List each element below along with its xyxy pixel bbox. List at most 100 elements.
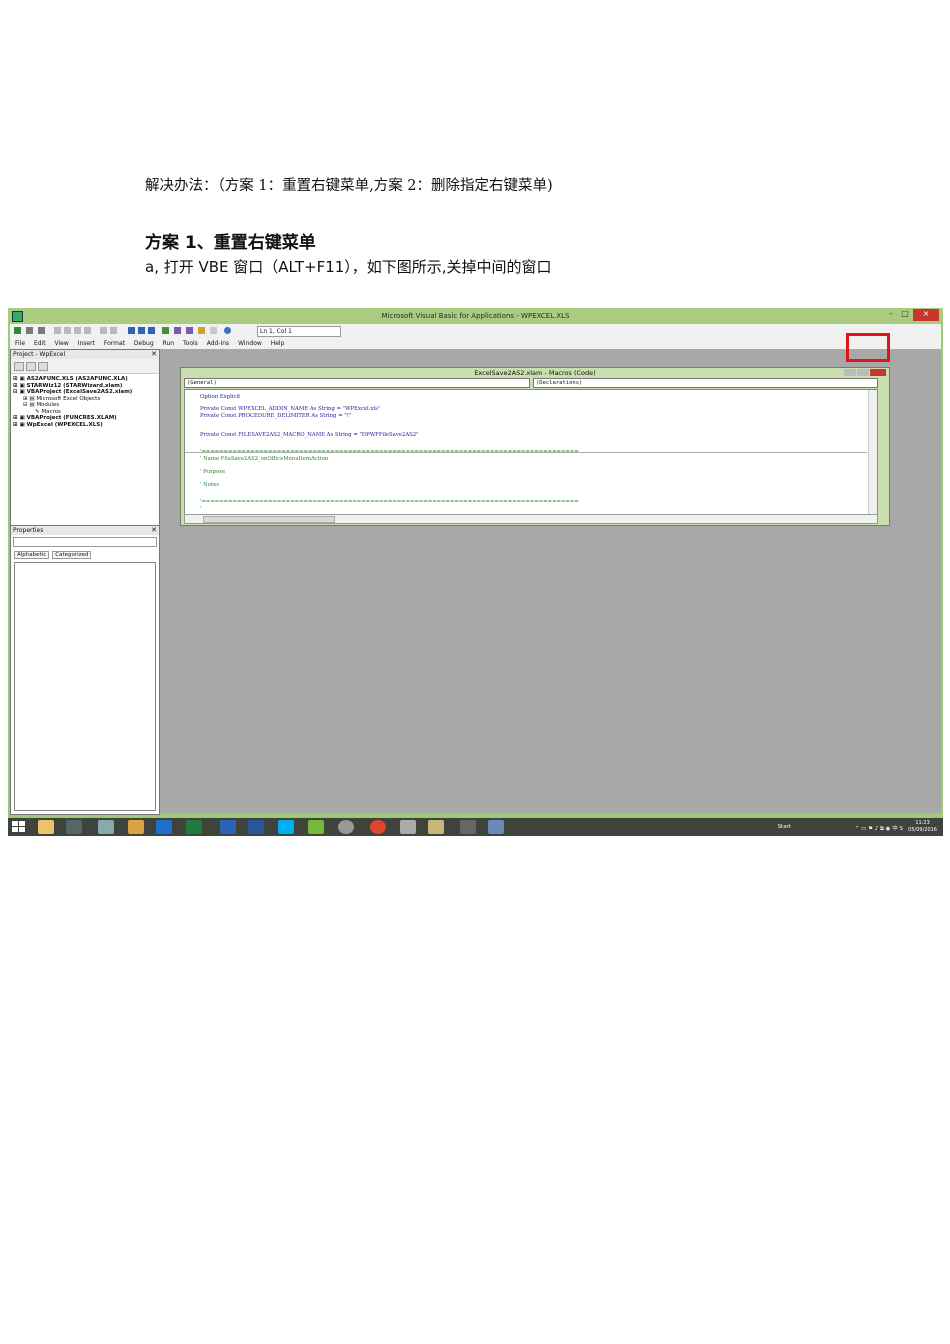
windows-start-icon[interactable] — [12, 821, 25, 833]
step-a-text: a, 打开 VBE 窗口（ALT+F11），如下图所示,关掉中间的窗口 — [145, 258, 552, 276]
copy-icon[interactable] — [64, 327, 71, 334]
menu-run[interactable]: Run — [163, 340, 175, 347]
code-vertical-scrollbar[interactable] — [868, 390, 877, 514]
code-line: Private Const PROCEDURE_DELIMITER As Str… — [200, 413, 352, 419]
break-icon[interactable] — [138, 327, 145, 334]
properties-object-select[interactable] — [13, 537, 157, 547]
design-mode-icon[interactable] — [162, 327, 169, 334]
code-editor[interactable]: Option Explicit Private Const WPEXCEL_AD… — [184, 389, 878, 515]
properties-close-icon[interactable]: ✕ — [151, 526, 157, 535]
toggle-folders-icon[interactable] — [38, 362, 48, 371]
solution-intro: 解决办法：（方案 1：重置右键菜单,方案 2：删除指定右键菜单) — [145, 178, 553, 194]
properties-panel-title: Properties ✕ — [11, 526, 159, 535]
system-tray[interactable]: ⌃ ▭ ⚑ ♪ ⧉ ◉ 中 S — [855, 824, 903, 833]
tree-item-label: Macros — [41, 408, 61, 415]
tree-item-label: AS2AFUNC.XLS (AS2AFUNC.XLA) — [26, 376, 128, 382]
menu-file[interactable]: File — [15, 340, 25, 347]
code-comment: ' Notes — [200, 482, 219, 488]
app-icon[interactable] — [308, 820, 324, 834]
object-dropdown[interactable]: (General) — [184, 378, 530, 388]
properties-title-text: Properties — [13, 527, 44, 534]
project-panel-title: Project - WpExcel ✕ — [11, 350, 159, 359]
view-code-icon[interactable] — [14, 362, 24, 371]
search-icon[interactable] — [66, 820, 82, 834]
project-explorer: Project - WpExcel ✕ ⊞ ▣ AS2AFUNC.XLS (AS… — [10, 349, 160, 527]
app-icon[interactable] — [338, 820, 354, 834]
tray-start-label[interactable]: Start — [778, 824, 791, 830]
outlook-icon[interactable] — [220, 820, 236, 834]
code-line: Private Const WPEXCEL_ADDIN_NAME As Stri… — [200, 406, 381, 412]
properties-grid[interactable] — [14, 562, 156, 811]
tree-item[interactable]: ⊞ ▣ WpExcel (WPEXCEL.XLS) — [13, 422, 159, 429]
tab-alphabetic[interactable]: Alphabetic — [14, 551, 50, 559]
menu-debug[interactable]: Debug — [134, 340, 154, 347]
tree-item-label: VBAProject (FUNCRES.XLAM) — [26, 415, 117, 421]
properties-tabs: Alphabetic Categorized — [11, 549, 159, 561]
redo-icon[interactable] — [110, 327, 117, 334]
project-panel-close-icon[interactable]: ✕ — [151, 350, 157, 359]
menu-format[interactable]: Format — [104, 340, 125, 347]
code-minimize-button[interactable] — [844, 369, 856, 376]
word-icon[interactable] — [248, 820, 264, 834]
properties-window-icon[interactable] — [186, 327, 193, 334]
run-icon[interactable] — [128, 327, 135, 334]
paste-icon[interactable] — [74, 327, 81, 334]
tree-item-label: Microsoft Excel Objects — [36, 395, 101, 402]
file-explorer-icon[interactable] — [38, 820, 54, 834]
excel-view-icon[interactable] — [14, 327, 21, 334]
code-comment: ' — [200, 506, 202, 512]
menu-insert[interactable]: Insert — [78, 340, 95, 347]
code-window[interactable]: ExcelSave2AS2.xlam - Macros (Code) (Gene… — [180, 367, 890, 526]
tree-item-label: WpExcel (WPEXCEL.XLS) — [26, 421, 103, 428]
tray-lang-label: 中 — [892, 826, 898, 832]
menu-tools[interactable]: Tools — [183, 340, 198, 347]
code-horizontal-scrollbar[interactable] — [184, 514, 878, 524]
app-icon[interactable] — [460, 820, 476, 834]
app-icon[interactable] — [488, 820, 504, 834]
internet-explorer-icon[interactable] — [156, 820, 172, 834]
code-window-titlebar: ExcelSave2AS2.xlam - Macros (Code) — [181, 368, 889, 378]
menu-edit[interactable]: Edit — [34, 340, 46, 347]
minimize-button[interactable]: – — [885, 309, 897, 321]
undo-icon[interactable] — [100, 327, 107, 334]
object-browser-icon[interactable] — [198, 327, 205, 334]
scroll-thumb[interactable] — [203, 516, 335, 523]
reset-icon[interactable] — [148, 327, 155, 334]
cut-icon[interactable] — [54, 327, 61, 334]
help-icon[interactable] — [224, 327, 231, 334]
folder-icon[interactable] — [128, 820, 144, 834]
toolbox-icon[interactable] — [210, 327, 217, 334]
menu-view[interactable]: View — [55, 340, 69, 347]
menu-help[interactable]: Help — [271, 340, 285, 347]
menu-window[interactable]: Window — [238, 340, 262, 347]
window-titlebar: Microsoft Visual Basic for Applications … — [8, 308, 943, 324]
code-close-button[interactable] — [870, 369, 886, 376]
close-button[interactable]: × — [913, 309, 939, 321]
insert-icon[interactable] — [26, 327, 33, 334]
find-icon[interactable] — [84, 327, 91, 334]
tree-item-label: Modules — [36, 402, 60, 408]
code-comment: '=======================================… — [200, 449, 579, 455]
document-icon[interactable] — [98, 820, 114, 834]
save-icon[interactable] — [38, 327, 45, 334]
project-explorer-icon[interactable] — [174, 327, 181, 334]
clock[interactable]: 11:23 05/09/2016 — [908, 820, 937, 834]
procedure-dropdown[interactable]: (Declarations) — [533, 378, 878, 388]
skype-icon[interactable] — [278, 820, 294, 834]
project-panel-title-text: Project - WpExcel — [13, 351, 66, 358]
view-object-icon[interactable] — [26, 362, 36, 371]
code-maximize-button[interactable] — [857, 369, 869, 376]
code-comment: '=======================================… — [200, 499, 579, 505]
excel-icon[interactable] — [186, 820, 202, 834]
app-icon[interactable] — [400, 820, 416, 834]
standard-toolbar: Ln 1, Col 1 — [10, 324, 941, 338]
clock-time: 11:23 — [915, 820, 930, 826]
menu-add-ins[interactable]: Add-Ins — [207, 340, 229, 347]
chrome-icon[interactable] — [370, 820, 386, 834]
windows-taskbar: Start ⌃ ▭ ⚑ ♪ ⧉ ◉ 中 S 11:23 05/09/2016 — [8, 818, 943, 836]
tab-categorized[interactable]: Categorized — [52, 551, 92, 559]
app-icon[interactable] — [428, 820, 444, 834]
red-highlight-box — [846, 333, 890, 362]
code-comment: ' Purpose — [200, 469, 226, 475]
maximize-button[interactable]: □ — [899, 309, 911, 321]
